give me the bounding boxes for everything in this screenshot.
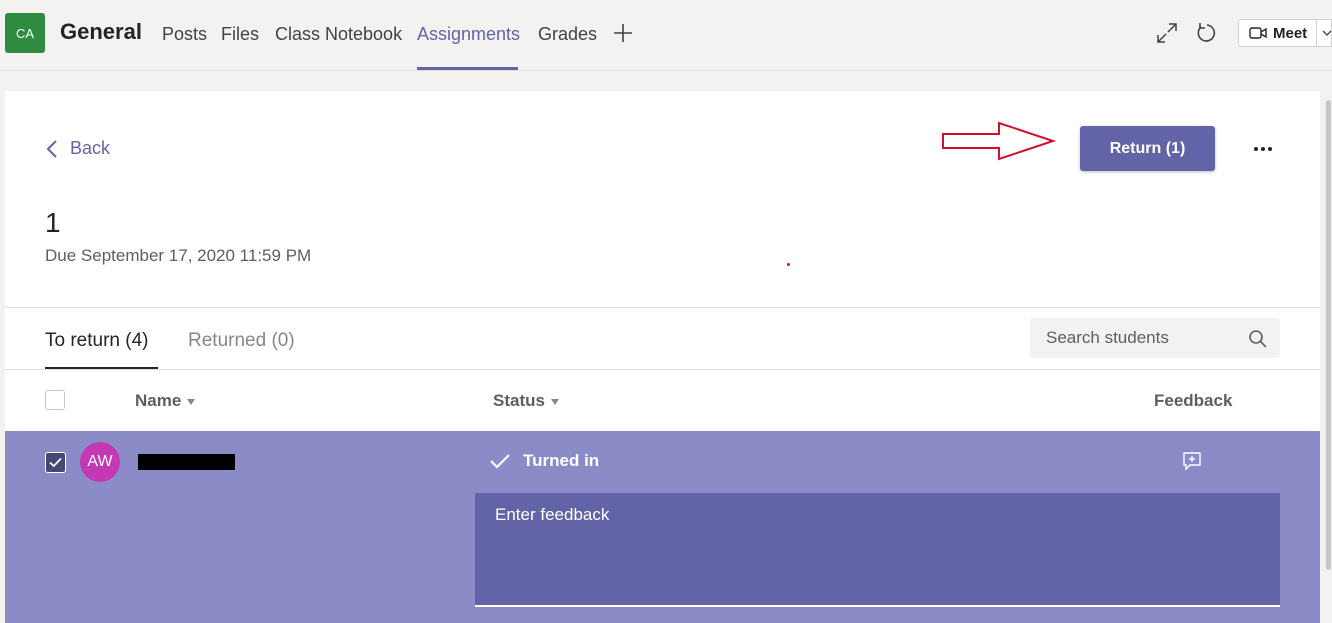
channel-name: General bbox=[60, 19, 142, 44]
select-all-checkbox[interactable] bbox=[45, 390, 65, 410]
checkmark-icon bbox=[49, 457, 62, 468]
feedback-textarea[interactable] bbox=[475, 493, 1280, 607]
tab-returned[interactable]: Returned (0) bbox=[188, 330, 295, 352]
table-header-divider bbox=[5, 369, 1320, 370]
search-icon[interactable] bbox=[1248, 329, 1268, 349]
sort-caret-icon bbox=[550, 399, 559, 405]
expand-icon[interactable] bbox=[1156, 22, 1178, 44]
meet-label: Meet bbox=[1273, 24, 1308, 42]
column-header-name[interactable]: Name bbox=[135, 391, 196, 411]
meet-divider bbox=[1316, 19, 1317, 47]
column-header-status[interactable]: Status bbox=[493, 391, 559, 411]
refresh-icon[interactable] bbox=[1196, 22, 1218, 44]
annotation-dot bbox=[787, 263, 790, 266]
checkmark-icon bbox=[490, 454, 510, 469]
annotation-arrow bbox=[942, 121, 1057, 161]
table-row[interactable]: AW Turned in bbox=[5, 431, 1320, 623]
column-header-status-label: Status bbox=[493, 391, 545, 410]
plus-icon[interactable] bbox=[612, 22, 634, 44]
scrollbar-thumb[interactable] bbox=[1326, 100, 1331, 570]
tab-class-notebook[interactable]: Class Notebook bbox=[275, 24, 402, 45]
active-tab-indicator bbox=[417, 67, 518, 70]
assignment-review-panel: Back Return (1) 1 Due September 17, 2020… bbox=[5, 91, 1320, 623]
tab-assignments[interactable]: Assignments bbox=[417, 24, 520, 45]
add-feedback-icon[interactable] bbox=[1182, 451, 1202, 471]
team-avatar[interactable]: CA bbox=[5, 13, 45, 53]
chevron-left-icon bbox=[46, 139, 57, 158]
tab-posts[interactable]: Posts bbox=[162, 24, 207, 45]
channel-header: CA General Posts Files Class Notebook As… bbox=[0, 0, 1332, 71]
tab-files[interactable]: Files bbox=[221, 24, 259, 45]
section-divider bbox=[5, 307, 1320, 308]
redacted-student-name bbox=[138, 454, 235, 470]
column-header-feedback-label: Feedback bbox=[1154, 391, 1233, 410]
video-camera-icon bbox=[1249, 27, 1267, 39]
tab-grades[interactable]: Grades bbox=[538, 24, 597, 45]
search-students-input[interactable] bbox=[1030, 318, 1280, 358]
back-label: Back bbox=[70, 138, 111, 158]
assignment-due-date: Due September 17, 2020 11:59 PM bbox=[45, 246, 312, 265]
more-options-icon[interactable] bbox=[1249, 136, 1277, 162]
return-button[interactable]: Return (1) bbox=[1080, 126, 1215, 171]
column-header-name-label: Name bbox=[135, 391, 182, 410]
row-checkbox[interactable] bbox=[45, 452, 66, 473]
status-turned-in: Turned in bbox=[489, 451, 599, 471]
tab-to-return[interactable]: To return (4) bbox=[45, 330, 148, 352]
meet-button[interactable]: Meet bbox=[1238, 19, 1332, 47]
assignment-title: 1 bbox=[45, 207, 61, 238]
column-header-feedback: Feedback bbox=[1154, 391, 1232, 411]
avatar: AW bbox=[80, 442, 120, 482]
status-label: Turned in bbox=[523, 451, 600, 470]
chevron-down-icon[interactable] bbox=[1322, 28, 1332, 38]
sort-caret-icon bbox=[187, 399, 196, 405]
back-button[interactable]: Back bbox=[46, 138, 110, 159]
